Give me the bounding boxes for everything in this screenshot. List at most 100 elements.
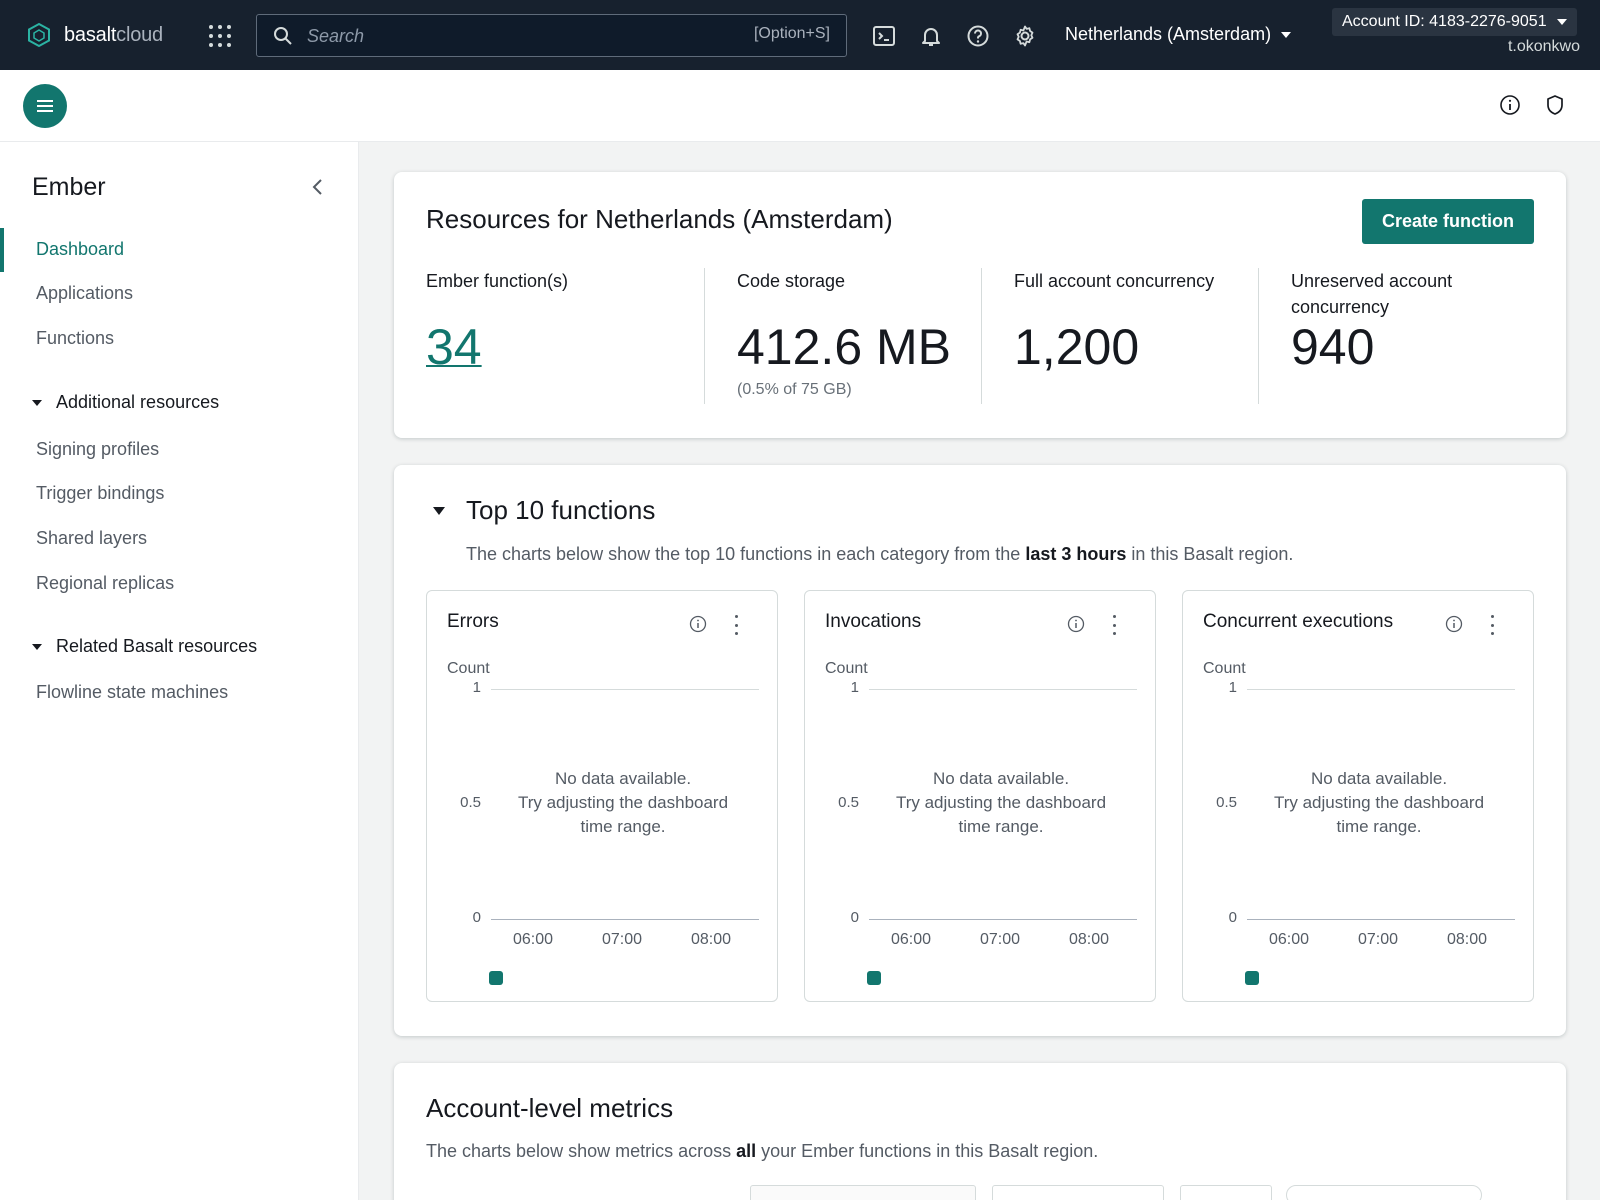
stat-divider <box>1258 268 1259 404</box>
top-functions-title[interactable]: Top 10 functions <box>466 495 655 526</box>
sidebar-item-applications[interactable]: Applications <box>36 283 133 304</box>
sidebar-item-functions[interactable]: Functions <box>36 328 114 349</box>
x-tick-label: 06:00 <box>891 931 932 948</box>
y-tick-label: 0 <box>472 909 481 926</box>
resources-card: Resources for Netherlands (Amsterdam) Cr… <box>394 172 1566 438</box>
stat-code-storage: Code storage 412.6 MB (0.5% of 75 GB) <box>737 268 987 398</box>
logo-text: basaltcloud <box>64 23 163 46</box>
stat-unreserved-concurrency: Unreserved account concurrency 940 <box>1291 268 1511 375</box>
sidebar-item-trigger-bindings[interactable]: Trigger bindings <box>36 483 164 504</box>
active-indicator <box>0 228 4 272</box>
y-tick-label: 0 <box>1228 909 1237 926</box>
info-icon[interactable] <box>1499 94 1521 116</box>
chevron-left-icon[interactable] <box>307 176 329 198</box>
create-function-button[interactable]: Create function <box>1362 199 1534 244</box>
sidebar-group-related-resources[interactable]: Related Basalt resources <box>32 636 257 657</box>
chart-panel-concurrent-executions: Concurrent executions Count 1 0.5 0 06:00 07:0… <box>1182 590 1534 1002</box>
sidebar: Ember Dashboard Applications Functions A… <box>0 142 359 1200</box>
sidebar-item-shared-layers[interactable]: Shared layers <box>36 528 147 549</box>
y-tick-label: 1 <box>850 679 859 696</box>
top-navigation: basaltcloud Search [Option+S] Netherland… <box>0 0 1600 70</box>
stat-sub: (0.5% of 75 GB) <box>737 381 852 398</box>
y-axis-label: Count <box>447 660 490 677</box>
x-axis-line <box>1247 919 1515 920</box>
info-icon[interactable] <box>689 615 707 633</box>
date-range-input[interactable] <box>992 1185 1164 1200</box>
sidebar-item-regional-replicas[interactable]: Regional replicas <box>36 573 174 594</box>
info-icon[interactable] <box>1445 615 1463 633</box>
more-options-icon[interactable] <box>1489 615 1495 635</box>
stat-label: Full account concurrency <box>1014 271 1215 291</box>
more-options-icon[interactable] <box>1111 615 1117 635</box>
no-data-hint: Try adjusting the dashboard time range. <box>895 793 1107 836</box>
x-tick-label: 06:00 <box>513 931 554 948</box>
stat-divider <box>704 268 705 404</box>
logo[interactable]: basaltcloud <box>26 22 163 48</box>
x-axis-line <box>869 919 1137 920</box>
stat-label: Unreserved account concurrency <box>1291 271 1453 317</box>
no-data-hint: Try adjusting the dashboard time range. <box>1273 793 1485 836</box>
menu-toggle-button[interactable] <box>23 84 67 128</box>
account-metrics-card: Account-level metrics The charts below s… <box>394 1063 1566 1200</box>
sidebar-title: Ember <box>32 173 106 201</box>
search-input[interactable]: Search [Option+S] <box>256 14 847 57</box>
y-axis-label: Count <box>1203 660 1246 677</box>
x-tick-label: 08:00 <box>691 931 732 948</box>
add-to-dashboard-button[interactable] <box>1286 1185 1482 1200</box>
caret-down-icon <box>1281 31 1292 38</box>
region-selector[interactable]: Netherlands (Amsterdam) <box>1065 24 1292 45</box>
sidebar-item-dashboard[interactable]: Dashboard <box>36 239 124 260</box>
x-tick-label: 06:00 <box>1269 931 1310 948</box>
sidebar-item-flowline-state-machines[interactable]: Flowline state machines <box>36 682 228 703</box>
account-menu[interactable]: Account ID: 4183-2276-9051 <box>1332 8 1577 36</box>
caret-down-icon <box>32 399 42 406</box>
gear-icon[interactable] <box>1013 24 1037 48</box>
no-data-title: No data available. <box>1310 769 1448 788</box>
region-label: Netherlands (Amsterdam) <box>1065 24 1272 44</box>
bell-icon[interactable] <box>919 24 943 48</box>
sidebar-group-label: Related Basalt resources <box>56 636 258 656</box>
x-tick-label: 08:00 <box>1069 931 1110 948</box>
account-metrics-description: The charts below show metrics across all… <box>426 1141 1099 1161</box>
caret-down-icon <box>32 643 42 650</box>
refresh-button-group[interactable] <box>1180 1185 1272 1200</box>
chart-panel-errors: Errors Count 1 0.5 0 06:00 07:00 08:00 No data a… <box>426 590 778 1002</box>
username: t.okonkwo <box>1507 38 1580 55</box>
stat-divider <box>981 268 982 404</box>
terminal-icon[interactable] <box>872 24 896 48</box>
gridline <box>869 689 1137 690</box>
sub-toolbar <box>0 70 1600 142</box>
apps-grid-icon[interactable] <box>209 25 231 47</box>
y-tick-label: 0 <box>850 909 859 926</box>
stat-label: Code storage <box>737 271 846 291</box>
functions-count-link[interactable]: 34 <box>426 319 482 375</box>
caret-down-icon[interactable] <box>433 507 445 515</box>
search-placeholder: Search <box>307 26 365 46</box>
x-tick-label: 08:00 <box>1447 931 1488 948</box>
chart-title: Invocations <box>825 611 922 632</box>
account-id: Account ID: 4183-2276-9051 <box>1342 13 1547 30</box>
no-data-message: No data available. Try adjusting the dash… <box>885 767 1117 839</box>
legend-swatch <box>489 971 503 985</box>
info-icon[interactable] <box>1067 615 1085 633</box>
stat-value: 412.6 MB <box>737 319 952 375</box>
no-data-message: No data available. Try adjusting the dash… <box>507 767 739 839</box>
sidebar-group-label: Additional resources <box>56 392 220 412</box>
no-data-title: No data available. <box>554 769 692 788</box>
stat-value: 940 <box>1291 319 1375 375</box>
shield-icon[interactable] <box>1544 94 1566 116</box>
search-shortcut: [Option+S] <box>753 25 830 42</box>
basalt-logo-icon <box>28 22 50 48</box>
more-options-icon[interactable] <box>733 615 739 635</box>
stat-value[interactable]: 34 <box>426 318 482 376</box>
help-icon[interactable] <box>966 24 990 48</box>
search-icon <box>274 27 292 45</box>
sidebar-item-signing-profiles[interactable]: Signing profiles <box>36 439 159 460</box>
time-range-segmented-control[interactable] <box>750 1185 976 1200</box>
legend-swatch <box>867 971 881 985</box>
y-tick-label: 1 <box>1228 679 1237 696</box>
no-data-hint: Try adjusting the dashboard time range. <box>517 793 729 836</box>
stat-full-concurrency: Full account concurrency 1,200 <box>1014 268 1254 375</box>
legend-swatch <box>1245 971 1259 985</box>
sidebar-group-additional-resources[interactable]: Additional resources <box>32 392 219 413</box>
